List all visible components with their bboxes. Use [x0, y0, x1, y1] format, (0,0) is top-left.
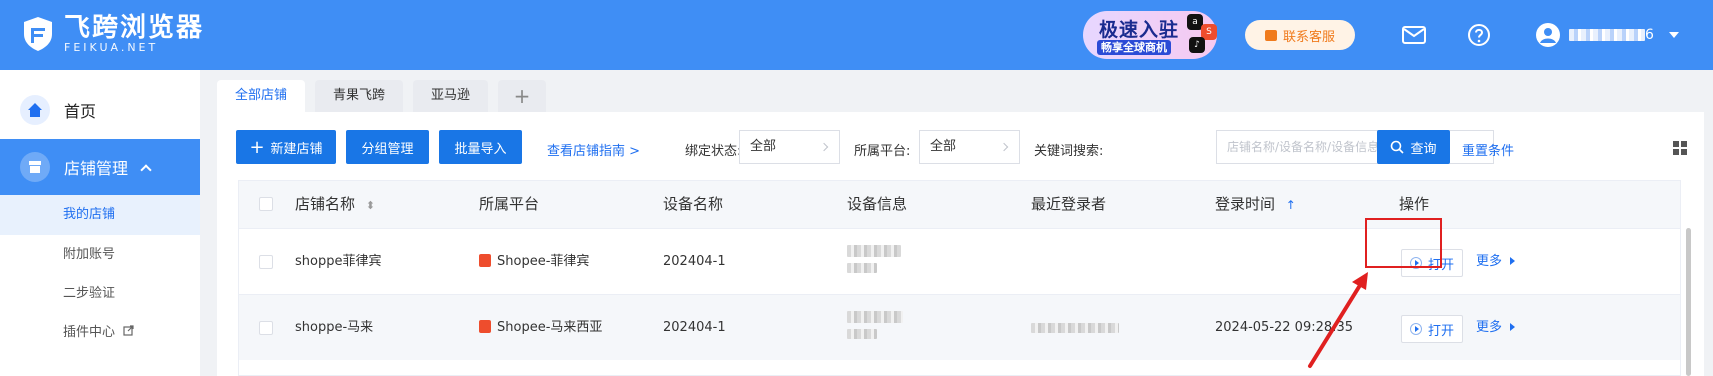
batch-import-button[interactable]: 批量导入 [439, 130, 522, 164]
store-tabs: 全部店铺 青果飞跨 亚马逊 + [217, 80, 547, 112]
column-device-name: 设备名称 [663, 195, 724, 213]
column-label: 店铺名称 [295, 195, 356, 213]
contact-service-button[interactable]: 联系客服 [1245, 20, 1355, 50]
username-masked [1569, 29, 1645, 41]
tab-qingguo[interactable]: 青果飞跨 [315, 80, 404, 112]
device-info-masked [847, 245, 901, 273]
store-name: shoppe菲律宾 [295, 254, 382, 269]
search-button[interactable]: 查询 [1377, 130, 1450, 164]
table-scrollbar[interactable] [1686, 228, 1691, 376]
store-icon [20, 152, 50, 182]
user-menu[interactable]: 6 [1535, 20, 1680, 50]
tab-all-stores[interactable]: 全部店铺 [217, 80, 306, 112]
logo-title: 飞跨浏览器 [64, 13, 205, 43]
table-row: shoppe-马来 Shopee-马来西亚 202404-1 2024-05-2… [239, 294, 1680, 360]
new-store-label: 新建店铺 [270, 141, 323, 157]
plus-icon: + [249, 136, 265, 158]
column-platform: 所属平台 [479, 195, 540, 213]
help-icon[interactable] [1466, 22, 1492, 48]
app-logo[interactable]: 飞跨浏览器 FEIKUA.NET [22, 14, 204, 54]
sidebar-item-label: 首页 [64, 102, 97, 121]
promo-title: 极速入驻 [1099, 19, 1180, 41]
platform-name: Shopee-马来西亚 [497, 320, 603, 335]
sidebar-item-label: 插件中心 [63, 325, 116, 340]
sidebar-item-home[interactable]: 首页 [0, 90, 200, 130]
sidebar-item-label: 店铺管理 [64, 159, 129, 178]
chevron-right-icon [819, 142, 829, 152]
chevron-up-icon [140, 163, 152, 176]
device-name: 202404-1 [663, 254, 726, 269]
sort-up-icon: ↑ [1285, 198, 1296, 212]
tiktok-badge-icon: ♪ [1189, 37, 1205, 53]
search-button-label: 查询 [1410, 141, 1437, 157]
platform-select[interactable]: 全部 [919, 130, 1020, 164]
store-name: shoppe-马来 [295, 320, 374, 335]
main-panel: + 新建店铺 分组管理 批量导入 查看店铺指南 > 绑定状态: 全部 所属平台:… [217, 112, 1704, 376]
column-store-name[interactable]: 店铺名称 ⬍ [295, 181, 375, 229]
sidebar-item-two-step-verify[interactable]: 二步验证 [0, 274, 200, 314]
device-name: 202404-1 [663, 320, 726, 335]
sidebar-item-extra-accounts[interactable]: 附加账号 [0, 235, 200, 275]
row-checkbox[interactable] [259, 255, 273, 269]
store-guide-link[interactable]: 查看店铺指南 > [547, 140, 640, 159]
table-header: 店铺名称 ⬍ 所属平台 设备名称 设备信息 最近登录者 登录时间 ↑ 操作 [239, 181, 1680, 228]
add-tab-button[interactable]: + [498, 80, 547, 112]
row-checkbox[interactable] [259, 321, 273, 335]
chevron-right-icon [999, 142, 1009, 152]
new-store-button[interactable]: + 新建店铺 [236, 130, 336, 164]
reset-conditions-link[interactable]: 重置条件 [1462, 140, 1514, 159]
open-label: 打开 [1427, 323, 1454, 339]
device-info-masked [847, 311, 903, 339]
sort-icon: ⬍ [365, 199, 376, 212]
sidebar-item-my-stores[interactable]: 我的店铺 [0, 195, 200, 235]
platform-label: 所属平台: [854, 144, 911, 159]
more-actions-link[interactable]: 更多 [1476, 229, 1515, 295]
shopee-icon [479, 320, 491, 333]
shield-logo-icon [24, 17, 52, 51]
promo-banner[interactable]: 极速入驻 畅享全球商机 a S ♪ [1083, 11, 1217, 59]
platform-cell: Shopee-马来西亚 [479, 295, 602, 361]
chevron-down-icon [1668, 32, 1679, 38]
column-login-time[interactable]: 登录时间 ↑ [1215, 181, 1296, 229]
store-table: 店铺名称 ⬍ 所属平台 设备名称 设备信息 最近登录者 登录时间 ↑ 操作 sh… [238, 180, 1681, 376]
grid-view-icon[interactable] [1673, 141, 1687, 155]
table-row: shoppe菲律宾 Shopee-菲律宾 202404-1 打开 更多 [239, 228, 1680, 294]
last-login-user-masked [1031, 323, 1119, 333]
highlight-box [1365, 218, 1442, 268]
top-header: 飞跨浏览器 FEIKUA.NET 极速入驻 畅享全球商机 a S ♪ 联系客服 … [0, 0, 1713, 70]
external-link-icon [123, 325, 134, 336]
logo-subtitle: FEIKUA.NET [64, 41, 159, 54]
mail-icon[interactable] [1401, 22, 1427, 48]
play-icon [1409, 323, 1422, 335]
bind-status-label: 绑定状态: [685, 144, 742, 159]
open-store-button[interactable]: 打开 [1401, 315, 1463, 343]
more-actions-link[interactable]: 更多 [1476, 295, 1515, 361]
platform-name: Shopee-菲律宾 [497, 254, 590, 269]
user-avatar-icon [1536, 23, 1560, 47]
tab-amazon[interactable]: 亚马逊 [413, 80, 489, 112]
column-last-login-user: 最近登录者 [1031, 195, 1107, 213]
username-suffix: 6 [1645, 27, 1654, 43]
column-label: 登录时间 [1215, 195, 1276, 213]
column-device-info: 设备信息 [847, 195, 908, 213]
home-icon [20, 95, 50, 125]
sidebar-item-plugin-center[interactable]: 插件中心 [0, 313, 200, 353]
shopee-icon [479, 254, 491, 267]
platform-value: 全部 [930, 139, 957, 154]
bind-status-select[interactable]: 全部 [739, 130, 840, 164]
sidebar: 首页 店铺管理 我的店铺 附加账号 二步验证 插件中心 [0, 70, 200, 376]
keyword-search-input[interactable] [1216, 130, 1494, 164]
contact-service-label: 联系客服 [1282, 29, 1335, 45]
keyword-label: 关键词搜索: [1034, 144, 1104, 159]
sidebar-item-store-management[interactable]: 店铺管理 [0, 139, 200, 195]
red-arrow-annotation [1308, 272, 1368, 368]
bind-status-value: 全部 [750, 139, 777, 154]
promo-subtitle: 畅享全球商机 [1097, 40, 1171, 55]
select-all-checkbox[interactable] [259, 197, 273, 211]
chat-icon [1264, 29, 1277, 41]
platform-cell: Shopee-菲律宾 [479, 229, 589, 295]
group-manage-button[interactable]: 分组管理 [346, 130, 429, 164]
search-icon [1391, 140, 1405, 154]
